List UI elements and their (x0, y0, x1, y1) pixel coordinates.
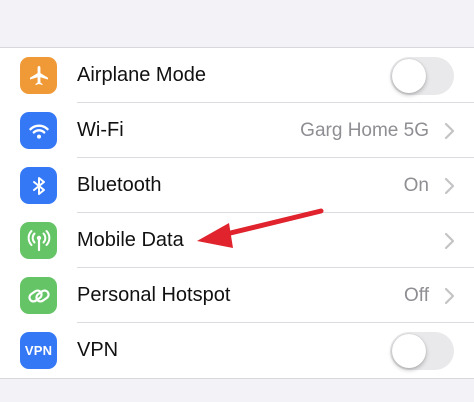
settings-row-airplane-mode[interactable]: Airplane Mode (0, 48, 474, 103)
personal-hotspot-label: Personal Hotspot (77, 284, 231, 306)
bluetooth-status-value: On (403, 175, 429, 196)
vpn-toggle[interactable] (390, 332, 454, 370)
chevron-right-icon (444, 287, 455, 305)
chevron-right-icon (444, 177, 455, 195)
settings-row-mobile-data[interactable]: Mobile Data (0, 213, 474, 268)
settings-screen: Airplane Mode Wi-Fi Garg Home 5G Bluetoo… (0, 0, 474, 402)
mobile-data-label: Mobile Data (77, 229, 184, 251)
wifi-icon (20, 112, 57, 149)
vpn-icon-text: VPN (24, 343, 53, 358)
antenna-icon (20, 222, 57, 259)
airplane-mode-toggle[interactable] (390, 57, 454, 95)
settings-row-wifi[interactable]: Wi-Fi Garg Home 5G (0, 103, 474, 158)
settings-row-personal-hotspot[interactable]: Personal Hotspot Off (0, 268, 474, 323)
wifi-label: Wi-Fi (77, 119, 124, 141)
settings-row-bluetooth[interactable]: Bluetooth On (0, 158, 474, 213)
settings-row-vpn[interactable]: VPN VPN (0, 323, 474, 378)
toggle-knob (392, 334, 426, 368)
vpn-icon: VPN (20, 332, 57, 369)
wifi-network-value: Garg Home 5G (300, 120, 429, 141)
link-icon (20, 277, 57, 314)
chevron-right-icon (444, 122, 455, 140)
toggle-knob (392, 59, 426, 93)
vpn-label: VPN (77, 339, 119, 361)
bluetooth-icon (20, 167, 57, 204)
bluetooth-label: Bluetooth (77, 174, 162, 196)
settings-group: Airplane Mode Wi-Fi Garg Home 5G Bluetoo… (0, 48, 474, 379)
chevron-right-icon (444, 232, 455, 250)
airplane-mode-label: Airplane Mode (77, 64, 206, 86)
airplane-icon (20, 57, 57, 94)
personal-hotspot-status-value: Off (404, 285, 429, 306)
